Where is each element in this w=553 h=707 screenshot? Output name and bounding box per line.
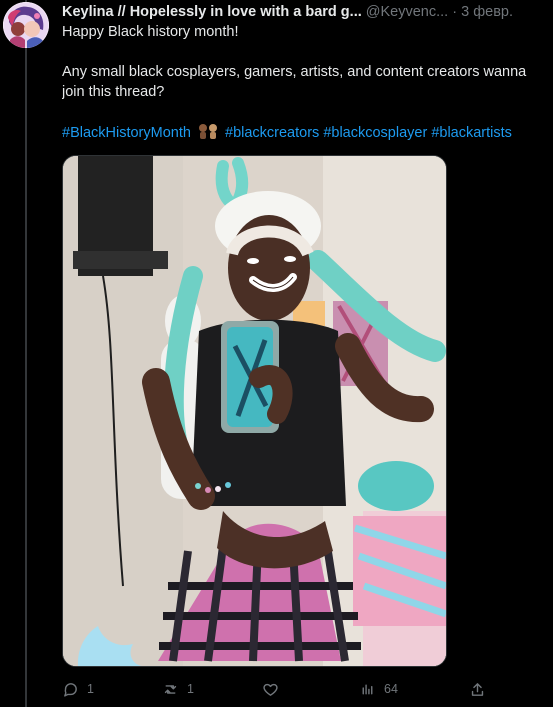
thread-line (25, 0, 27, 707)
reply-count: 1 (87, 682, 94, 696)
view-count: 64 (384, 682, 398, 696)
header-separator: · (452, 4, 458, 20)
retweet-button[interactable]: 1 (162, 678, 194, 700)
tweet-line-5 (62, 102, 553, 122)
hashtag-line: #BlackHistoryMonth #blackcreators #black… (62, 122, 553, 142)
tweet-line-3: Any small black cosplayers, gamers, arti… (62, 64, 527, 80)
tweet-header: Keylina // Hopelessly in love with a bar… (62, 3, 548, 23)
avatar-image (3, 2, 49, 48)
views-icon (362, 684, 373, 694)
avatar[interactable] (3, 2, 49, 48)
user-handle[interactable]: @Keyvenc... (366, 4, 448, 20)
like-button[interactable] (262, 678, 279, 700)
tweet-actions: 1 1 64 (62, 678, 492, 702)
heart-icon (263, 683, 278, 696)
tweet-date[interactable]: 3 февр. (461, 4, 513, 20)
display-name[interactable]: Keylina // Hopelessly in love with a bar… (62, 4, 362, 20)
retweet-icon (164, 684, 177, 694)
tweet-line-4: join this thread? (62, 84, 165, 100)
hashtag-black-history-month[interactable]: #BlackHistoryMonth (62, 125, 191, 141)
tweet-photo[interactable] (62, 155, 447, 667)
retweet-count: 1 (187, 682, 194, 696)
views-button[interactable]: 64 (359, 678, 398, 700)
raised-fists-emoji (196, 122, 220, 142)
other-hashtags[interactable]: #blackcreators #blackcosplayer #blackart… (225, 125, 512, 141)
tweet-line-1: Happy Black history month! (62, 24, 239, 40)
share-icon (471, 682, 484, 696)
reply-icon (64, 682, 77, 697)
reply-button[interactable]: 1 (62, 678, 94, 700)
tweet-line-2 (62, 42, 553, 62)
cosplay-selfie-photo (63, 156, 446, 666)
tweet-text: Happy Black history month! Any small bla… (62, 22, 553, 142)
share-button[interactable] (469, 678, 486, 700)
